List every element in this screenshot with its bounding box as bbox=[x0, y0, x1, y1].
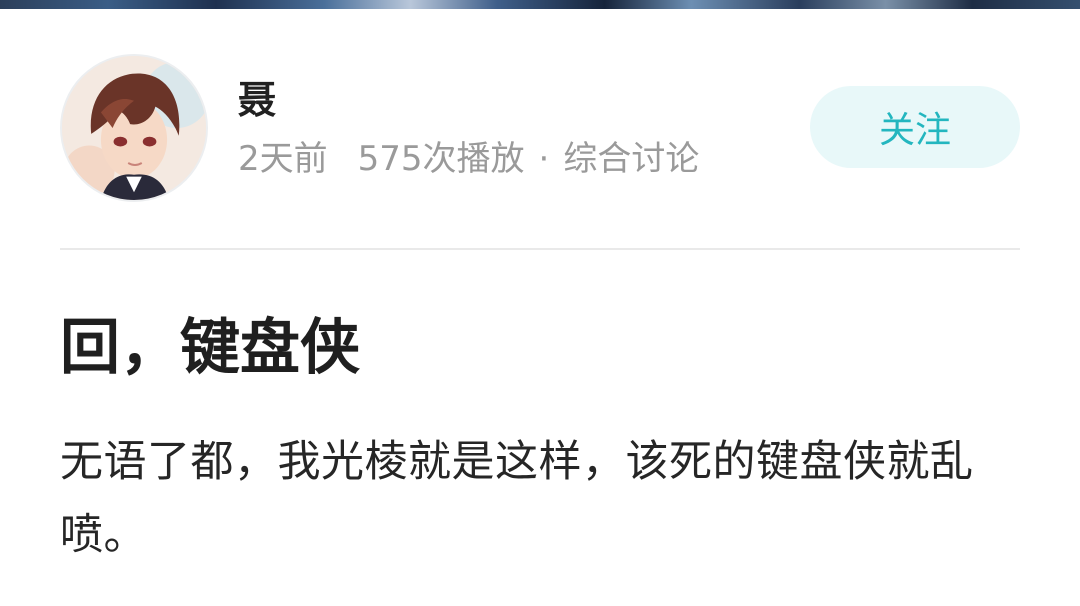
video-preview-strip[interactable] bbox=[0, 0, 1080, 9]
divider bbox=[60, 248, 1020, 250]
follow-button[interactable]: 关注 bbox=[810, 86, 1020, 168]
post-title: 回，键盘侠 bbox=[60, 313, 360, 383]
author-name[interactable]: 聂 bbox=[238, 76, 276, 124]
author-avatar[interactable] bbox=[60, 54, 208, 202]
post-category[interactable]: 综合讨论 bbox=[563, 139, 699, 179]
post-body: 无语了都，我光棱就是这样，该死的键盘侠就乱喷。 bbox=[60, 437, 974, 560]
post-meta: 2天前 575次播放 · 综合讨论 bbox=[238, 136, 699, 182]
meta-separator: · bbox=[538, 139, 550, 179]
anime-avatar-image bbox=[62, 56, 206, 200]
post-time: 2天前 bbox=[238, 139, 328, 179]
post-detail-page: 聂 2天前 575次播放 · 综合讨论 关注 回，键盘侠 无语了都，我光棱就是这样，该… bbox=[0, 0, 1080, 606]
play-count: 575次播放 bbox=[357, 139, 525, 179]
